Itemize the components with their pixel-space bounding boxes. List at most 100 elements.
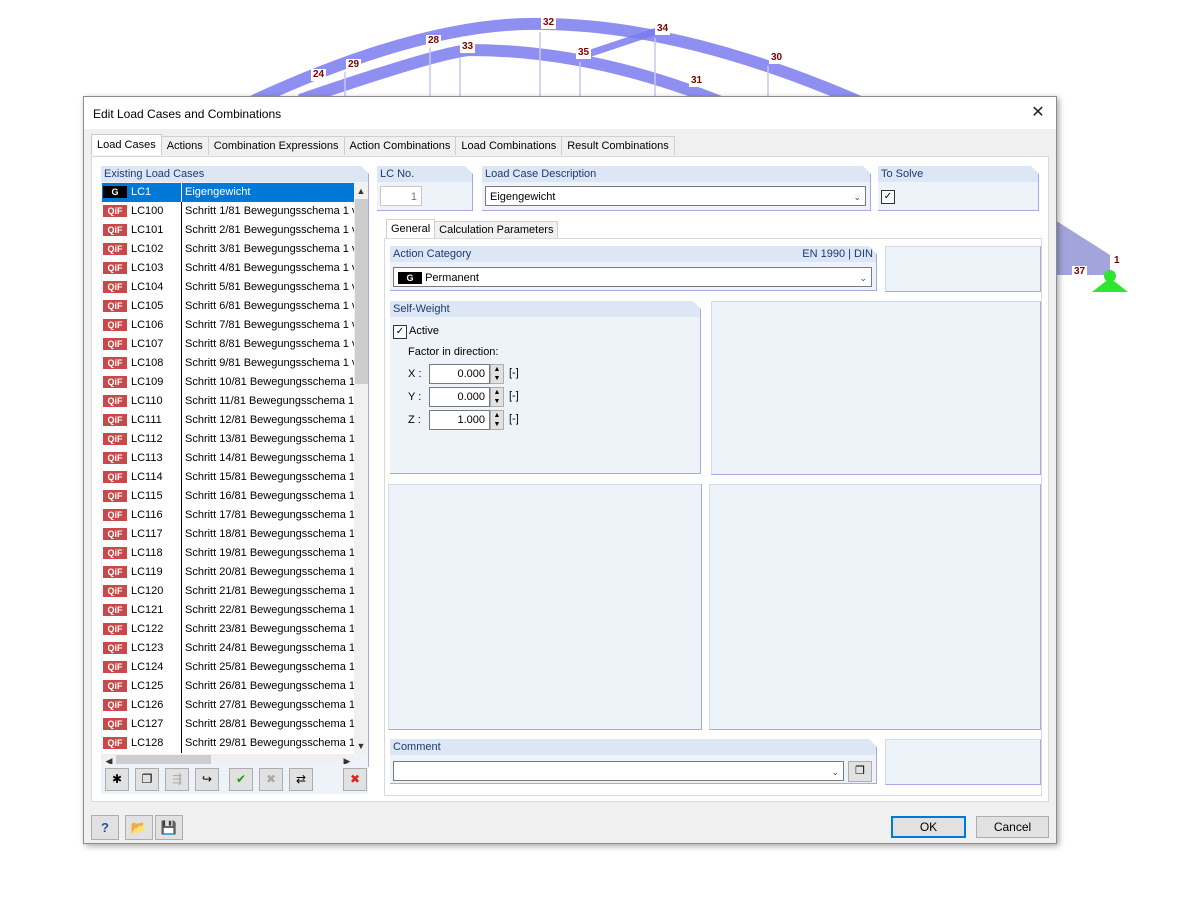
factor-y-spinner[interactable]: 0.000 ▲ ▼ [-] [429,387,519,407]
load-case-number: LC119 [131,566,163,578]
lc-no-field[interactable]: 1 [380,186,422,206]
load-case-description: Schritt 3/81 Bewegungsschema 1 vo [181,240,354,259]
factor-x-spinner[interactable]: 0.000 ▲ ▼ [-] [429,364,519,384]
to-solve-checkbox[interactable]: ✓ [881,190,895,204]
load-case-number: LC105 [131,300,164,312]
load-case-description: Schritt 7/81 Bewegungsschema 1 vo [181,316,354,335]
vertical-scrollbar[interactable]: ▲ ▼ [354,183,368,754]
generate-button[interactable]: ⇶ [165,768,189,791]
action-category-select[interactable]: G Permanent ⌄ [393,267,872,287]
action-category-badge: QiF [103,737,127,749]
comment-group: Comment ⌄ ❐ [390,739,877,784]
vertical-scroll-thumb[interactable] [355,199,368,384]
new-load-case-button[interactable]: ✱ [105,768,129,791]
load-case-row[interactable]: QiF LC113 Schritt 14/81 Bewegungsschema 1 … [102,449,354,468]
load-case-row[interactable]: QiF LC111 Schritt 12/81 Bewegungsschema 1 … [102,411,354,430]
spin-arrows-icon[interactable]: ▲ ▼ [490,364,504,384]
load-case-row[interactable]: QiF LC106 Schritt 7/81 Bewegungsschema 1 v… [102,316,354,335]
close-icon[interactable]: ✕ [1028,103,1048,123]
load-case-row[interactable]: QiF LC122 Schritt 23/81 Bewegungsschema 1 … [102,620,354,639]
scroll-down-icon[interactable]: ▼ [354,739,368,753]
cancel-button[interactable]: Cancel [976,816,1049,838]
tab-action-combinations[interactable]: Action Combinations [343,136,457,155]
load-case-row[interactable]: QiF LC117 Schritt 18/81 Bewegungsschema 1 … [102,525,354,544]
renumber-button[interactable]: ↪ [195,768,219,791]
uncheck-all-button[interactable]: ✖ [259,768,283,791]
load-case-row[interactable]: QiF LC118 Schritt 19/81 Bewegungsschema 1 … [102,544,354,563]
save-button[interactable]: 💾 [155,815,183,840]
load-case-description: Schritt 5/81 Bewegungsschema 1 vo [181,278,354,297]
spin-arrows-icon[interactable]: ▲ ▼ [490,387,504,407]
load-case-row[interactable]: QiF LC116 Schritt 17/81 Bewegungsschema 1 … [102,506,354,525]
load-case-row[interactable]: QiF LC123 Schritt 24/81 Bewegungsschema 1 … [102,639,354,658]
comment-library-button[interactable]: ❐ [848,761,872,782]
load-case-row[interactable]: QiF LC108 Schritt 9/81 Bewegungsschema 1 v… [102,354,354,373]
action-category-badge: QiF [103,414,127,426]
load-case-row[interactable]: QiF LC126 Schritt 27/81 Bewegungsschema 1 … [102,696,354,715]
load-case-row[interactable]: QiF LC121 Schritt 22/81 Bewegungsschema 1 … [102,601,354,620]
load-case-description-value: Eigengewicht [490,191,556,203]
load-case-description: Schritt 13/81 Bewegungsschema 1 v [181,430,354,449]
copy-load-case-button[interactable]: ❐ [135,768,159,791]
load-case-number: LC123 [131,642,164,654]
load-case-row[interactable]: QiF LC127 Schritt 28/81 Bewegungsschema 1 … [102,715,354,734]
delete-button[interactable]: ✖ [343,768,367,791]
load-case-number: LC124 [131,661,164,673]
node-label: 30 [769,52,785,64]
load-case-row[interactable]: QiF LC104 Schritt 5/81 Bewegungsschema 1 v… [102,278,354,297]
load-case-row[interactable]: QiF LC115 Schritt 16/81 Bewegungsschema 1 … [102,487,354,506]
open-button[interactable]: 📂 [125,815,153,840]
check-all-button[interactable]: ✔ [229,768,253,791]
factor-x-unit: [-] [509,367,519,379]
tab-load-combinations[interactable]: Load Combinations [455,136,563,155]
tab-load-cases[interactable]: Load Cases [91,134,162,155]
load-case-row[interactable]: QiF LC119 Schritt 20/81 Bewegungsschema 1 … [102,563,354,582]
load-case-row[interactable]: QiF LC105 Schritt 6/81 Bewegungsschema 1 v… [102,297,354,316]
load-case-row[interactable]: QiF LC107 Schritt 8/81 Bewegungsschema 1 v… [102,335,354,354]
toggle-check-button[interactable]: ⇄ [289,768,313,791]
load-case-row[interactable]: QiF LC124 Schritt 25/81 Bewegungsschema 1 … [102,658,354,677]
load-case-row[interactable]: G LC1 Eigengewicht [102,183,354,202]
factor-z-spinner[interactable]: 1.000 ▲ ▼ [-] [429,410,519,430]
factor-z-unit: [-] [509,413,519,425]
load-case-row[interactable]: QiF LC114 Schritt 15/81 Bewegungsschema 1 … [102,468,354,487]
load-case-row[interactable]: QiF LC128 Schritt 29/81 Bewegungsschema 1 … [102,734,354,753]
load-case-description: Schritt 1/81 Bewegungsschema 1 vo [181,202,354,221]
node-label: 1 [1114,255,1120,266]
factor-x-input[interactable]: 0.000 [429,364,490,384]
load-case-row[interactable]: QiF LC100 Schritt 1/81 Bewegungsschema 1 v… [102,202,354,221]
load-case-number: LC110 [131,395,163,407]
self-weight-active-checkbox[interactable]: ✓ [393,325,407,339]
load-case-row[interactable]: QiF LC112 Schritt 13/81 Bewegungsschema 1 … [102,430,354,449]
tab-actions[interactable]: Actions [160,136,209,155]
load-case-row[interactable]: QiF LC120 Schritt 21/81 Bewegungsschema 1 … [102,582,354,601]
factor-z-input[interactable]: 1.000 [429,410,490,430]
spin-arrows-icon[interactable]: ▲ ▼ [490,410,504,430]
load-case-description: Eigengewicht [181,183,354,202]
load-case-row[interactable]: QiF LC101 Schritt 2/81 Bewegungsschema 1 v… [102,221,354,240]
load-case-row[interactable]: QiF LC102 Schritt 3/81 Bewegungsschema 1 v… [102,240,354,259]
load-case-number: LC102 [131,243,164,255]
load-case-row[interactable]: QiF LC109 Schritt 10/81 Bewegungsschema 1 … [102,373,354,392]
scroll-up-icon[interactable]: ▲ [354,184,368,198]
load-case-row[interactable]: QiF LC103 Schritt 4/81 Bewegungsschema 1 v… [102,259,354,278]
action-category-badge: QiF [103,433,127,445]
empty-panel-left-bottom [388,484,702,730]
ok-button[interactable]: OK [891,816,966,838]
tab-calculation-parameters[interactable]: Calculation Parameters [434,221,559,239]
factor-y-input[interactable]: 0.000 [429,387,490,407]
load-case-number: LC101 [131,224,164,236]
tab-result-combinations[interactable]: Result Combinations [561,136,675,155]
load-case-row[interactable]: QiF LC110 Schritt 11/81 Bewegungsschema 1 … [102,392,354,411]
save-icon: 💾 [160,820,178,835]
action-category-badge: QiF [103,604,127,616]
copy-load-case-icon: ❐ [141,772,153,786]
tab-combination-expressions[interactable]: Combination Expressions [207,136,345,155]
load-case-description-select[interactable]: Eigengewicht ⌄ [485,186,866,206]
title-bar[interactable]: Edit Load Cases and Combinations ✕ [84,97,1056,129]
comment-input[interactable]: ⌄ [393,761,844,781]
load-case-row[interactable]: QiF LC125 Schritt 26/81 Bewegungsschema 1 … [102,677,354,696]
tab-general[interactable]: General [386,219,436,239]
load-case-list[interactable]: G LC1 Eigengewicht QiF LC100 Schritt 1/81 Bew… [102,183,354,754]
help-button[interactable]: ? [91,815,119,840]
